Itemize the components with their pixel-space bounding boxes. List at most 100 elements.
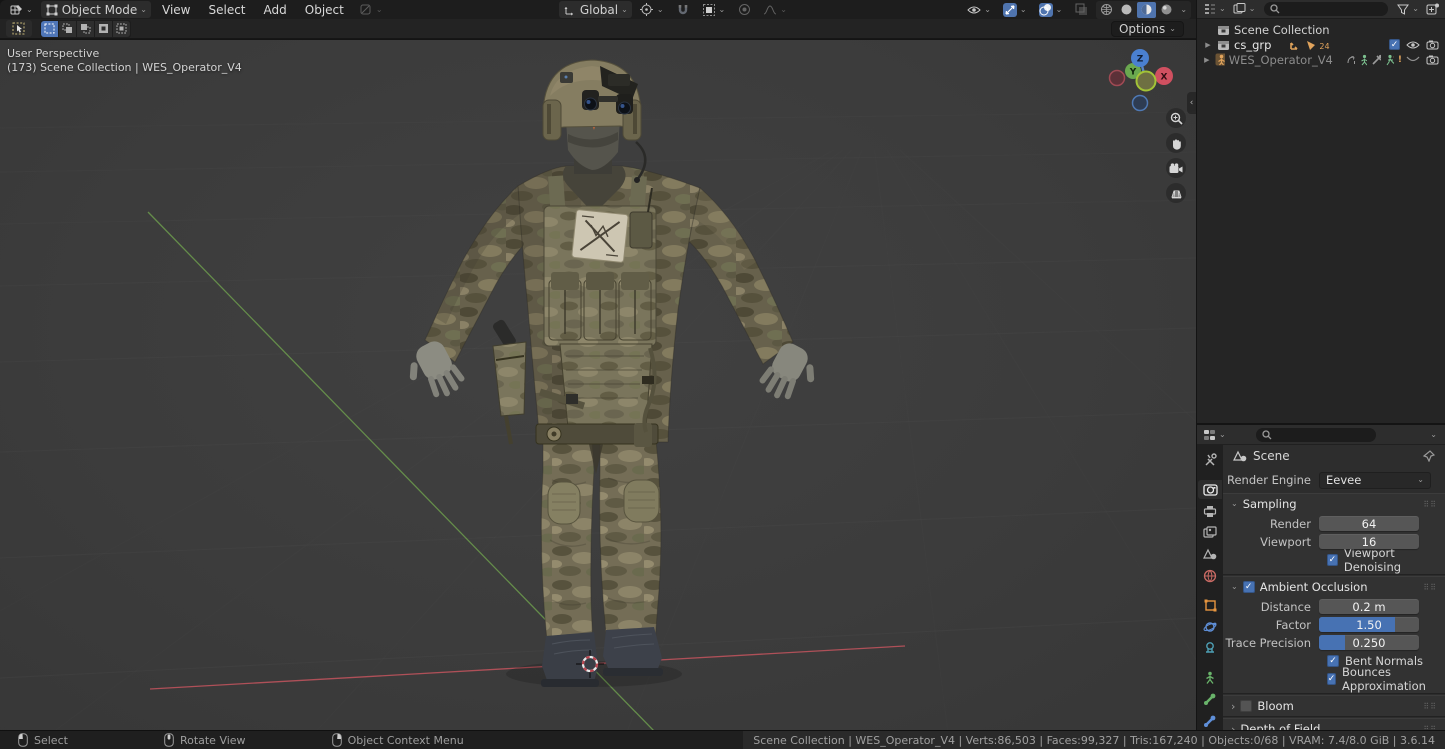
bloom-checkbox[interactable]: ✓ [1240, 700, 1252, 712]
tab-physics[interactable] [1198, 617, 1222, 636]
xray-icon [1074, 3, 1088, 17]
tab-object-data[interactable] [1198, 668, 1222, 687]
bent-normals-checkbox[interactable]: ✓ [1327, 655, 1339, 667]
render-samples-field[interactable]: 64 [1319, 516, 1419, 531]
outliner-row-scene-collection[interactable]: Scene Collection [1197, 22, 1445, 37]
ao-factor-slider[interactable]: 1.50 [1319, 617, 1419, 632]
character-model[interactable] [398, 60, 825, 687]
snap-toggle[interactable] [672, 1, 694, 18]
panel-grip-icon[interactable]: ⠿⠿ [1423, 500, 1437, 509]
tab-bone[interactable] [1198, 690, 1222, 709]
tab-world[interactable] [1198, 567, 1222, 586]
orientation-dropdown[interactable]: Global ⌄ [559, 1, 632, 18]
show-gizmo-dropdown[interactable]: ⌄ [999, 1, 1031, 18]
zoom-button[interactable] [1166, 108, 1186, 128]
expand-arrow-icon[interactable]: ▶ [1203, 41, 1213, 49]
camera-view-button[interactable] [1166, 158, 1186, 178]
panel-grip-icon[interactable]: ⠿⠿ [1423, 702, 1437, 711]
proportional-edit-toggle[interactable] [733, 1, 755, 18]
gizmo-axis-neg-y[interactable] [1137, 72, 1156, 91]
ao-panel-header[interactable]: ⌄ ✓ Ambient Occlusion ⠿⠿ [1223, 577, 1445, 597]
panel-grip-icon[interactable]: ⠿⠿ [1423, 583, 1437, 592]
object-visibility-dropdown[interactable]: ⌄ [963, 1, 995, 18]
ao-trace-slider[interactable]: 0.250 [1319, 635, 1419, 650]
mode-dropdown[interactable]: Object Mode ⌄ [41, 1, 151, 18]
viewport-header: ⌄ Object Mode ⌄ View Select Add Object ⌄… [0, 0, 1196, 19]
properties-options-dropdown[interactable]: ⌄ [1430, 431, 1441, 439]
tweak-tool-button[interactable] [6, 20, 32, 37]
extra-options-dropdown[interactable]: ⌄ [355, 1, 387, 18]
properties-search-input[interactable] [1276, 429, 1370, 441]
expand-arrow-icon[interactable]: ▶ [1203, 56, 1211, 64]
tab-view-layer[interactable] [1198, 523, 1222, 542]
outliner-row-wes-operator[interactable]: ▶ WES_Operator_V4 ! [1197, 52, 1445, 67]
menu-object[interactable]: Object [298, 1, 351, 18]
ao-distance-field[interactable]: 0.2 m [1319, 599, 1419, 614]
shading-rendered-button[interactable] [1157, 2, 1176, 18]
sampling-panel: ⌄ Sampling ⠿⠿ Render 64 Viewport 16 ✓ Vi… [1223, 493, 1445, 575]
select-mode-intersect-button[interactable] [113, 21, 130, 37]
sidebar-toggle-arrow[interactable]: ‹ [1187, 92, 1196, 114]
tab-constraints[interactable] [1198, 639, 1222, 658]
sampling-panel-header[interactable]: ⌄ Sampling ⠿⠿ [1223, 494, 1445, 514]
render-engine-dropdown[interactable]: Eevee ⌄ [1319, 472, 1431, 489]
select-mode-invert-button[interactable] [95, 21, 112, 37]
show-overlays-dropdown[interactable]: ⌄ [1035, 1, 1067, 18]
armature-data-icon [1359, 54, 1368, 66]
ao-checkbox[interactable]: ✓ [1243, 581, 1255, 593]
pin-icon[interactable] [1423, 450, 1435, 462]
shading-dropdown[interactable]: ⌄ [1177, 6, 1190, 14]
eye-closed-icon[interactable] [1406, 55, 1420, 64]
viewport-denoising-checkbox[interactable]: ✓ [1327, 554, 1338, 566]
new-collection-button[interactable] [1424, 2, 1441, 17]
editor-type-button[interactable]: ⌄ [5, 1, 37, 18]
tab-tool[interactable] [1198, 451, 1222, 470]
render-visibility-icon[interactable] [1426, 39, 1439, 50]
select-mode-subtract-button[interactable] [77, 21, 94, 37]
blender-window: ⌄ Object Mode ⌄ View Select Add Object ⌄… [0, 0, 1445, 749]
falloff-dropdown[interactable]: ⌄ [759, 1, 791, 18]
tab-scene[interactable] [1198, 545, 1222, 564]
outliner-display-mode-button[interactable]: ⌄ [1231, 2, 1258, 17]
shading-solid-button[interactable] [1117, 2, 1136, 18]
gizmo-axis-neg-x[interactable] [1110, 71, 1125, 86]
gizmo-axis-neg-z[interactable] [1133, 96, 1148, 111]
dof-panel-header[interactable]: › Depth of Field ⠿⠿ [1223, 719, 1445, 730]
properties-editor-type-button[interactable]: ⌄ [1201, 427, 1228, 443]
viewport-side-controls [1166, 108, 1186, 203]
tab-output[interactable] [1198, 502, 1222, 521]
bloom-panel-header[interactable]: › ✓ Bloom ⠿⠿ [1223, 696, 1445, 716]
outliner-filter-button[interactable]: ⌄ [1395, 2, 1421, 17]
pivot-dropdown[interactable]: ⌄ [636, 1, 668, 18]
pivot-point-icon [640, 3, 654, 17]
menu-view[interactable]: View [155, 1, 197, 18]
properties-panel: ⌄ ⌄ [1197, 425, 1445, 730]
properties-search[interactable] [1256, 428, 1376, 442]
breadcrumb-label: Scene [1253, 449, 1290, 463]
collection-checkbox[interactable]: ✓ [1389, 39, 1400, 50]
render-visibility-icon[interactable] [1426, 54, 1439, 65]
outliner-editor-type-button[interactable]: ⌄ [1201, 2, 1228, 17]
viewport-3d[interactable]: User Perspective (173) Scene Collection … [0, 40, 1196, 730]
hide-eye-icon[interactable] [1406, 40, 1420, 50]
outliner-search[interactable] [1264, 2, 1388, 16]
select-mode-extend-button[interactable] [59, 21, 76, 37]
xray-toggle[interactable] [1070, 1, 1092, 18]
ortho-toggle-button[interactable] [1166, 183, 1186, 203]
viewport-samples-field[interactable]: 16 [1319, 534, 1419, 549]
viewport-scene [0, 40, 1196, 730]
menu-select[interactable]: Select [201, 1, 252, 18]
select-mode-new-button[interactable] [41, 21, 58, 37]
outliner-search-input[interactable] [1284, 3, 1382, 15]
shading-material-button[interactable] [1137, 2, 1156, 18]
tab-object[interactable] [1198, 596, 1222, 615]
pan-hand-button[interactable] [1166, 133, 1186, 153]
tab-bone-constraint[interactable] [1198, 711, 1222, 730]
menu-add[interactable]: Add [257, 1, 294, 18]
options-dropdown[interactable]: Options ⌄ [1111, 21, 1184, 37]
outliner-row-cs-grp[interactable]: ▶ cs_grp 24 ✓ [1197, 37, 1445, 52]
tab-render[interactable] [1198, 480, 1222, 499]
shading-wireframe-button[interactable] [1097, 2, 1116, 18]
snap-settings-dropdown[interactable]: ⌄ [698, 1, 730, 18]
bounces-approx-checkbox[interactable]: ✓ [1327, 673, 1336, 685]
